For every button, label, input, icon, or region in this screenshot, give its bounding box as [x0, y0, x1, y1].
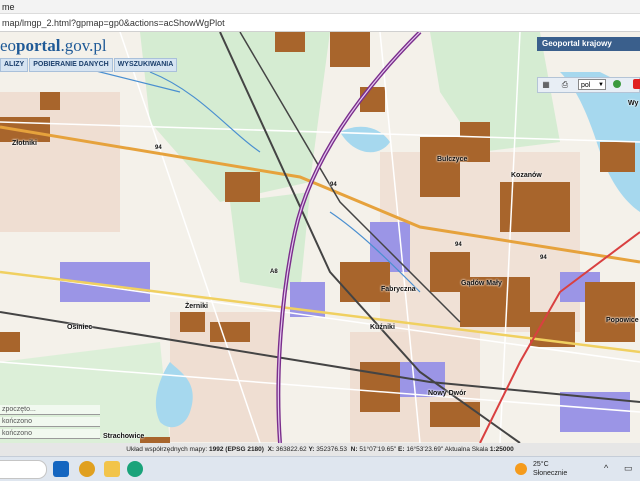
print-icon[interactable]: ⎙ — [560, 80, 570, 90]
place-label: Żerniki — [185, 303, 208, 310]
scale-value: 1:25000 — [489, 446, 514, 453]
right-toolstrip: ▦ ⎙ pol ▼ — [537, 77, 640, 93]
outlook-icon[interactable] — [53, 461, 69, 477]
logo-domain: .gov.pl — [60, 36, 107, 55]
place-label: Fabryczna — [381, 286, 416, 293]
place-label: Bulczyce — [437, 156, 468, 163]
coords-system: 1992 (EPSG 2180) — [209, 446, 264, 453]
weather-widget[interactable]: 25°C Słonecznie — [515, 461, 575, 478]
language-select[interactable]: pol ▼ — [578, 79, 606, 90]
history-item[interactable]: kończono — [0, 417, 100, 427]
window-title: me — [0, 0, 640, 14]
e-label: E: — [398, 446, 405, 453]
taskbar: 25°C Słonecznie ^ ▭ — [0, 456, 640, 481]
chevron-down-icon: ▼ — [598, 82, 604, 88]
place-label: Kuźniki — [370, 324, 395, 331]
scale-label: Aktualna Skala — [444, 446, 489, 453]
place-label: Złotniki — [12, 140, 37, 147]
language-value: pol — [581, 82, 591, 89]
place-label: Gądów Mały — [461, 280, 502, 287]
menu-analizy[interactable]: ALIZY — [0, 58, 29, 72]
panel-partial-label: Wy — [628, 100, 639, 107]
youtube-icon[interactable] — [633, 79, 640, 89]
file-explorer-icon[interactable] — [104, 461, 120, 477]
history-item[interactable]: kończono — [0, 429, 100, 439]
x-label: X: — [267, 446, 275, 453]
geoportal-krajowy-panel[interactable]: Geoportal krajowy — [537, 37, 640, 51]
menu-pobieranie-danych[interactable]: POBIERANIE DANYCH — [29, 58, 113, 72]
logo-main: portal — [16, 36, 61, 55]
geoportal-logo[interactable]: eoportal.gov.pl — [0, 36, 107, 56]
place-label: Strachowice — [103, 433, 145, 440]
road-number: 94 — [540, 255, 547, 261]
road-number: 94 — [455, 242, 462, 248]
weather-condition: Słonecznie — [533, 470, 568, 477]
n-label: N: — [350, 446, 358, 453]
place-label: Osiniec — [67, 324, 93, 331]
y-value: 352376.53 — [316, 446, 348, 453]
place-label: Nowy Dwór — [428, 390, 467, 397]
n-value: 51°07'19.65" — [359, 446, 397, 453]
place-label: Popowice — [606, 317, 639, 324]
road-number: A8 — [270, 269, 278, 275]
logo-prefix: eo — [0, 36, 17, 55]
edge-icon[interactable] — [127, 461, 143, 477]
taskbar-search[interactable] — [0, 460, 47, 479]
coordinate-statusbar: Układ współrzędnych mapy: 1992 (EPSG 218… — [0, 443, 640, 456]
chrome-icon[interactable] — [79, 461, 95, 477]
history-item[interactable]: zpoczęto... — [0, 405, 100, 415]
map-canvas[interactable] — [0, 32, 640, 443]
chevron-up-icon[interactable]: ^ — [604, 463, 608, 473]
coords-prefix: Układ współrzędnych mapy: — [126, 446, 208, 453]
x-value: 363822.62 — [275, 446, 307, 453]
network-icon[interactable]: ▭ — [624, 463, 633, 474]
menu-wyszukiwania[interactable]: WYSZUKIWANIA — [113, 58, 178, 72]
road-number: 94 — [155, 145, 162, 151]
main-menu: ALIZY POBIERANIE DANYCH WYSZUKIWANIA — [0, 58, 178, 72]
sun-icon — [515, 463, 527, 475]
y-label: Y: — [308, 446, 315, 453]
e-value: 16°53'23.69" — [406, 446, 444, 453]
status-indicator-icon[interactable] — [613, 80, 621, 88]
place-label: Kozanów — [511, 172, 542, 179]
weather-temp: 25°C — [533, 461, 549, 468]
map-view[interactable]: eoportal.gov.pl ALIZY POBIERANIE DANYCH … — [0, 32, 640, 456]
grid-icon[interactable]: ▦ — [541, 80, 551, 90]
road-number: 94 — [330, 182, 337, 188]
address-bar[interactable]: map/lmgp_2.html?gpmap=gp0&actions=acShow… — [0, 14, 640, 32]
